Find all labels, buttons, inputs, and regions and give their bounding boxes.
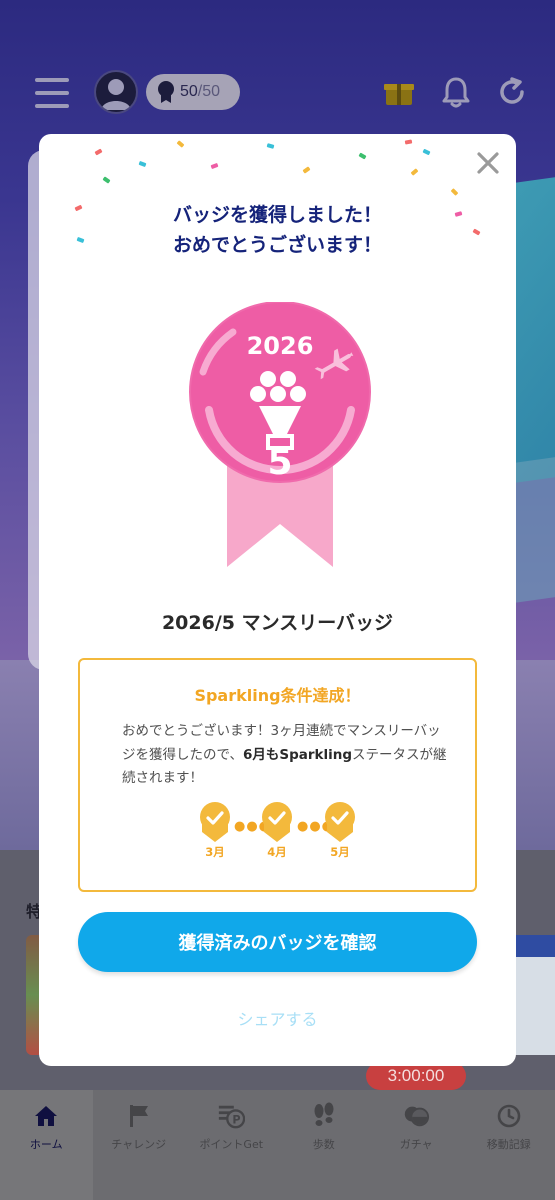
check-badge-icon xyxy=(325,802,355,842)
nav-item-history[interactable]: 移動記録 xyxy=(463,1090,555,1200)
check-badge-icon xyxy=(200,802,230,842)
monthly-badge: 2026 5 xyxy=(175,301,385,577)
streak-step: 3月 xyxy=(195,802,235,860)
gacha-timer-badge: 3:00:00 xyxy=(366,1062,466,1090)
close-icon[interactable] xyxy=(473,148,503,178)
feature-banner-right[interactable] xyxy=(514,935,555,1055)
badge-icon xyxy=(158,81,174,103)
badge-month: 5 xyxy=(267,442,292,483)
avatar[interactable] xyxy=(94,70,138,114)
badge-counter[interactable]: 50/50 xyxy=(146,74,240,110)
nav-label: ガチャ xyxy=(399,1138,433,1151)
flag-icon xyxy=(125,1102,153,1130)
menu-icon[interactable] xyxy=(34,78,70,108)
share-button[interactable]: シェアする xyxy=(39,1006,516,1030)
nav-item-challenge[interactable]: チャレンジ xyxy=(93,1090,186,1200)
badge-earned-dialog: バッジを獲得しました！ おめでとうございます！ 2026 5 2026/5 マン… xyxy=(39,134,516,1066)
gacha-icon xyxy=(402,1102,430,1130)
badge-count-text: 50/50 xyxy=(180,83,221,100)
clock-icon xyxy=(495,1102,523,1130)
nav-item-points[interactable]: P ポイントGet xyxy=(185,1090,278,1200)
condition-title: Sparkling条件達成！ xyxy=(194,686,361,705)
streak-step: 4月 xyxy=(257,802,297,860)
condition-box: Sparkling条件達成！ おめでとうございます！3ヶ月連続でマンスリーバッジ… xyxy=(78,658,477,892)
nav-item-home[interactable]: ホーム xyxy=(0,1090,93,1200)
streak-progress: 3月 ●●● 4月 ●●● 5月 xyxy=(195,802,360,882)
nav-label: ポイントGet xyxy=(199,1138,264,1151)
reload-icon[interactable] xyxy=(496,76,528,108)
nav-label: チャレンジ xyxy=(111,1138,167,1151)
streak-step: 5月 xyxy=(320,802,360,860)
gift-icon[interactable] xyxy=(384,78,414,106)
nav-item-steps[interactable]: 歩数 xyxy=(278,1090,371,1200)
condition-description: おめでとうございます！3ヶ月連続でマンスリーバッジを獲得したので、6月もSpar… xyxy=(122,723,447,787)
nav-label: ホーム xyxy=(29,1138,63,1151)
view-earned-badges-button[interactable]: 獲得済みのバッジを確認 xyxy=(78,912,477,972)
avatar-icon xyxy=(101,79,131,110)
home-icon xyxy=(32,1102,60,1130)
nav-label: 歩数 xyxy=(312,1138,335,1151)
bottom-navigation: ホーム チャレンジ P ポイントGet 歩数 ガチャ 移動記録 xyxy=(0,1090,555,1200)
nav-label: 移動記録 xyxy=(486,1138,531,1151)
footsteps-icon xyxy=(310,1102,338,1130)
badge-name: 2026/5 マンスリーバッジ xyxy=(161,612,394,634)
svg-text:P: P xyxy=(233,1113,241,1126)
points-icon: P xyxy=(217,1102,246,1130)
dialog-title: バッジを獲得しました！ おめでとうございます！ xyxy=(172,204,382,257)
bell-icon[interactable] xyxy=(440,76,472,108)
nav-item-gacha[interactable]: ガチャ xyxy=(370,1090,463,1200)
badge-year: 2026 xyxy=(247,332,314,360)
check-badge-icon xyxy=(262,802,292,842)
